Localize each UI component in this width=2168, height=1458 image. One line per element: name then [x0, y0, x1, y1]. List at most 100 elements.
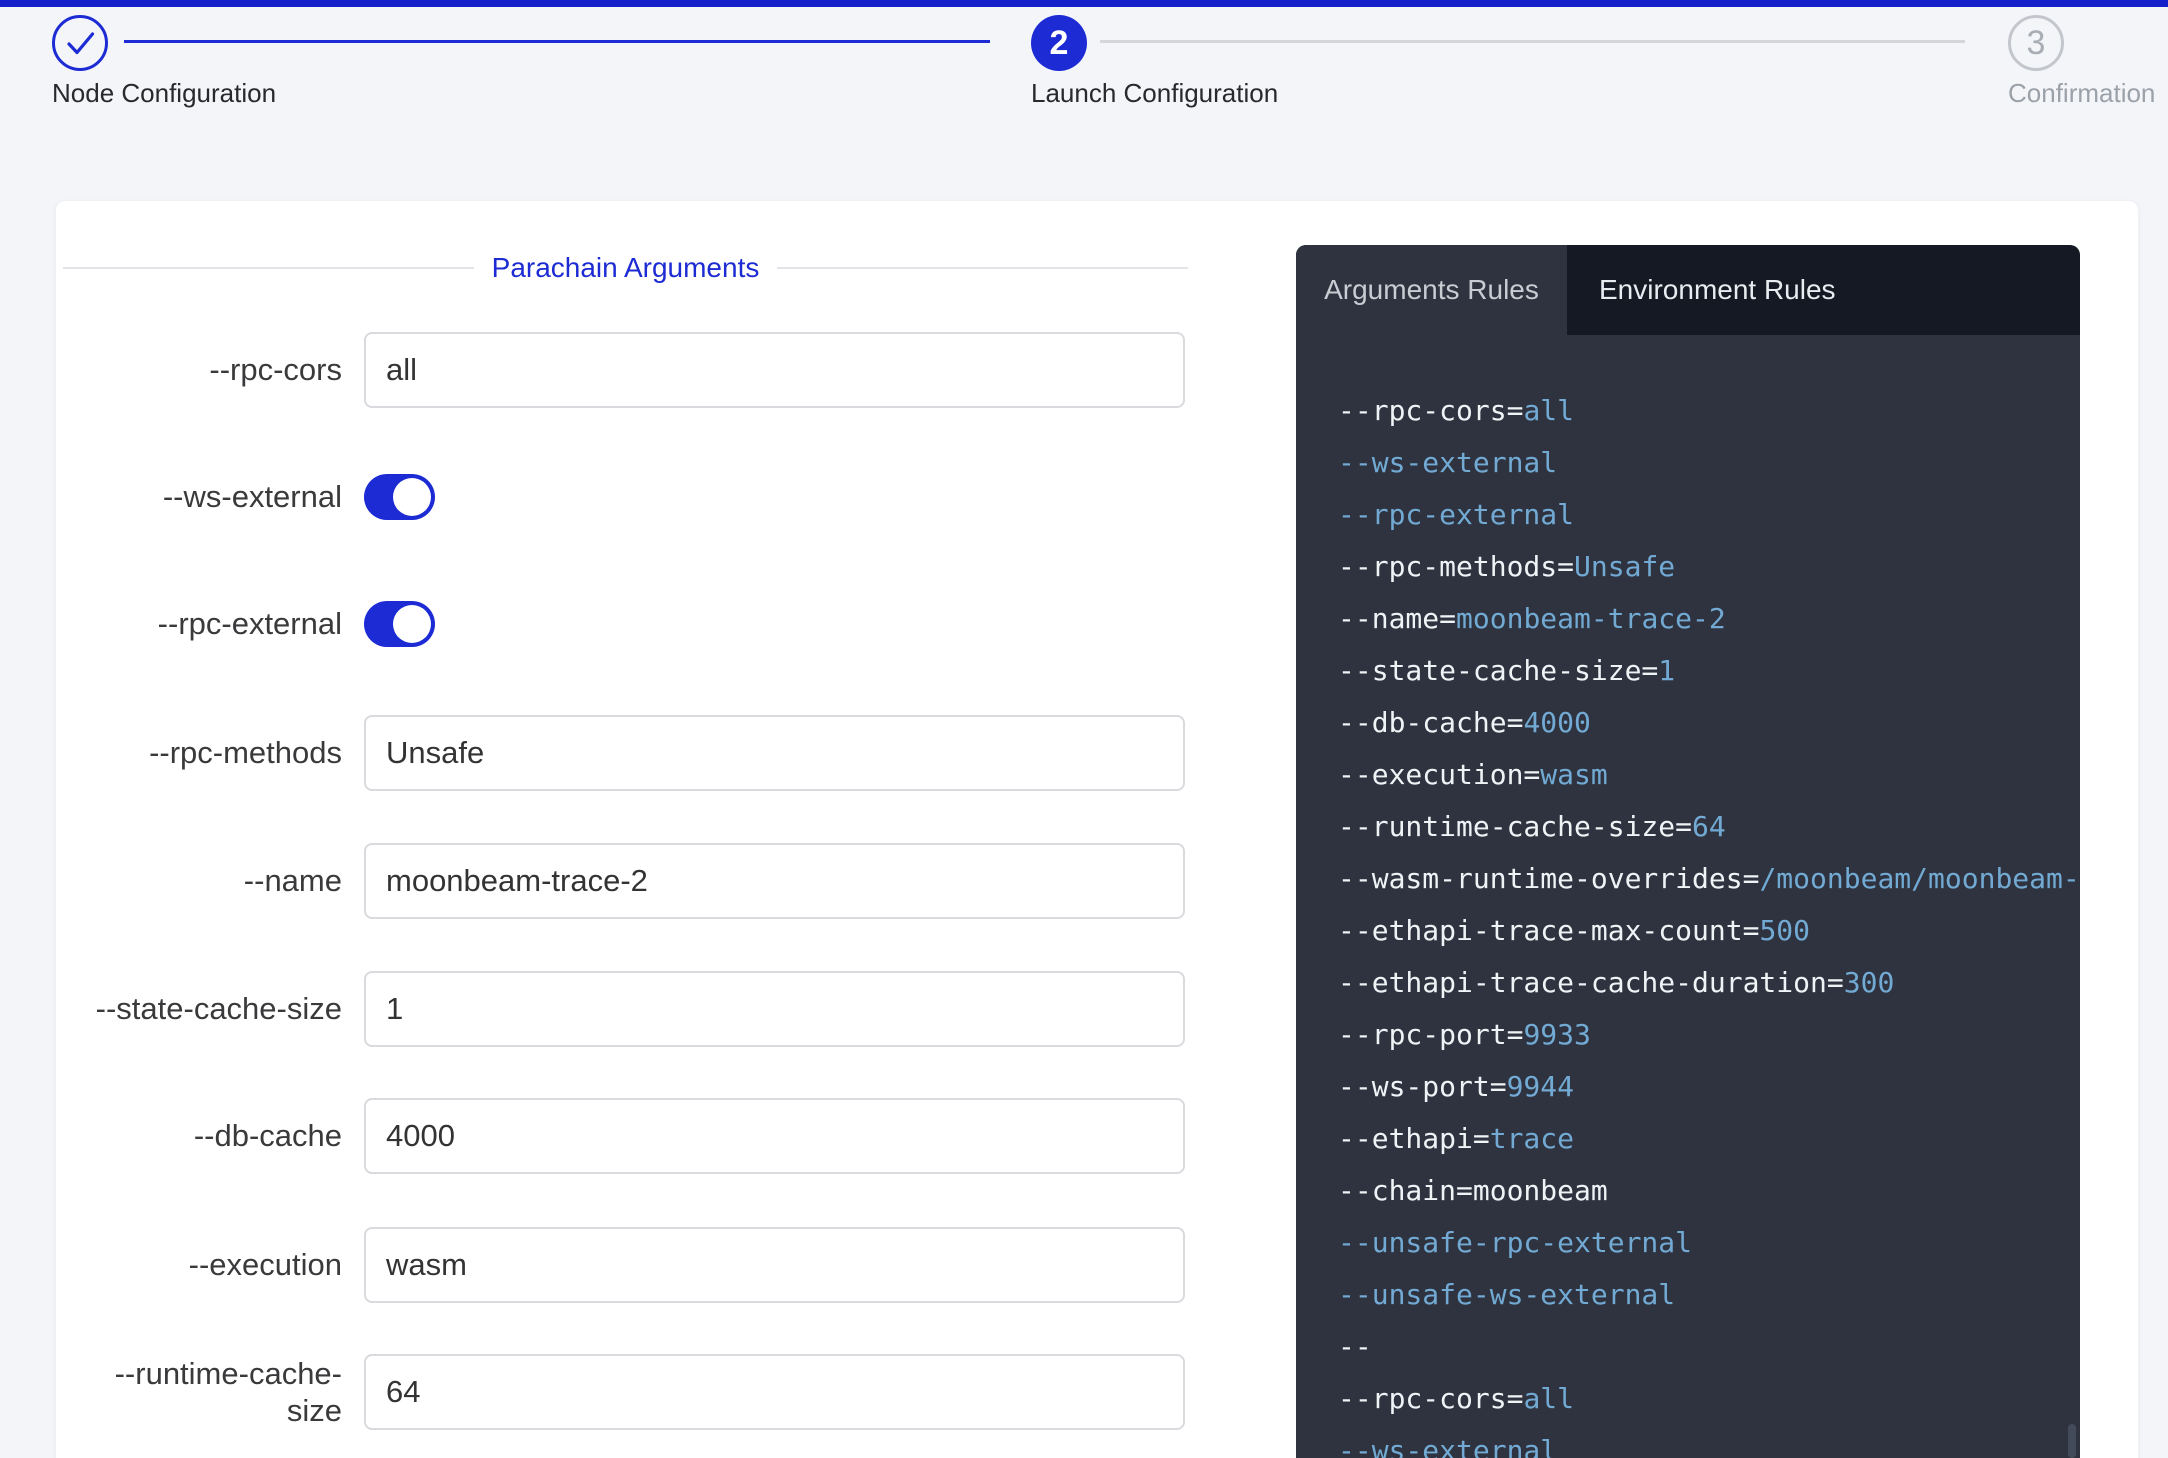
rules-panel: Arguments Rules Environment Rules --rpc-…: [1296, 245, 2080, 1458]
code-value: 300: [1844, 966, 1895, 999]
field-label: --rpc-external: [82, 605, 342, 642]
code-key: --state-cache-size=: [1338, 654, 1658, 687]
code-key: --ethapi=: [1338, 1122, 1490, 1155]
form-row: --rpc-external: [82, 586, 1282, 662]
form-row: --db-cache: [82, 1098, 1282, 1174]
field-control: [364, 1354, 1185, 1430]
code-line: --name=moonbeam-trace-2: [1338, 593, 2080, 645]
code-line: --execution=wasm: [1338, 749, 2080, 801]
code-line: --chain=moonbeam: [1338, 1165, 2080, 1217]
field-label: --state-cache-size: [82, 990, 342, 1027]
code-value: 64: [1692, 810, 1726, 843]
code-value: 4000: [1523, 706, 1590, 739]
code-line: --state-cache-size=1: [1338, 645, 2080, 697]
db-cache-input[interactable]: [364, 1098, 1185, 1174]
code-key: --chain=moonbeam: [1338, 1174, 1608, 1207]
panel-scrollbar-thumb[interactable]: [2068, 1424, 2076, 1458]
field-label: --db-cache: [82, 1117, 342, 1154]
form-row: --execution: [82, 1227, 1282, 1303]
code-value: moonbeam-trace-2: [1456, 602, 1726, 635]
ws-external-toggle[interactable]: [364, 474, 435, 520]
code-line: --wasm-runtime-overrides=/moonbeam/moonb…: [1338, 853, 2080, 905]
field-control: [364, 459, 435, 535]
field-control: [364, 1227, 1185, 1303]
step-3-number: 3: [2027, 26, 2046, 60]
code-line: --unsafe-ws-external: [1338, 1269, 2080, 1321]
field-label: --rpc-cors: [82, 351, 342, 388]
tab-environment-rules[interactable]: Environment Rules: [1567, 245, 2080, 335]
code-line: --ws-port=9944: [1338, 1061, 2080, 1113]
code-key: --rpc-cors=: [1338, 1382, 1523, 1415]
code-value: 500: [1759, 914, 1810, 947]
step-2-circle: 2: [1031, 15, 1087, 71]
step-connector-2: [1100, 40, 1965, 43]
code-line: --ethapi-trace-cache-duration=300: [1338, 957, 2080, 1009]
code-key: --rpc-methods=: [1338, 550, 1574, 583]
field-control: [364, 715, 1185, 791]
execution-input[interactable]: [364, 1227, 1185, 1303]
step-3-label[interactable]: Confirmation: [2008, 78, 2155, 109]
divider-line-right: [777, 267, 1188, 269]
parachain-arguments-divider: Parachain Arguments: [63, 244, 1188, 292]
rpc-external-toggle[interactable]: [364, 601, 435, 647]
state-cache-size-input[interactable]: [364, 971, 1185, 1047]
code-value: --ws-external: [1338, 446, 1557, 479]
divider-line-left: [63, 267, 474, 269]
name-input[interactable]: [364, 843, 1185, 919]
code-value: --rpc-external: [1338, 498, 1574, 531]
rpc-cors-input[interactable]: [364, 332, 1185, 408]
code-key: --execution=: [1338, 758, 1540, 791]
check-icon: [52, 15, 108, 71]
code-line: --rpc-cors=all: [1338, 1373, 2080, 1425]
form-row: --rpc-methods: [82, 715, 1282, 791]
field-label: --rpc-methods: [82, 734, 342, 771]
field-control: [364, 1098, 1185, 1174]
form-row: --ws-external: [82, 459, 1282, 535]
step-1-circle: [52, 15, 108, 71]
field-label: --runtime-cache-size: [82, 1355, 342, 1429]
form-row: --rpc-cors: [82, 332, 1282, 408]
code-line: --runtime-cache-size=64: [1338, 801, 2080, 853]
arguments-rules-code: --rpc-cors=all--ws-external--rpc-externa…: [1296, 335, 2080, 1458]
code-key: --name=: [1338, 602, 1456, 635]
toggle-knob: [393, 478, 431, 516]
field-label: --name: [82, 862, 342, 899]
code-value: all: [1523, 394, 1574, 427]
toggle-knob: [393, 605, 431, 643]
code-line: --rpc-cors=all: [1338, 385, 2080, 437]
field-label: --ws-external: [82, 478, 342, 515]
code-line: --unsafe-rpc-external: [1338, 1217, 2080, 1269]
form-row: --runtime-cache-size: [82, 1354, 1282, 1430]
code-key: --: [1338, 1330, 1372, 1363]
code-line: --rpc-port=9933: [1338, 1009, 2080, 1061]
code-value: 9944: [1507, 1070, 1574, 1103]
rpc-methods-input[interactable]: [364, 715, 1185, 791]
tab-environment-rules-label: Environment Rules: [1599, 274, 1836, 306]
tab-arguments-rules[interactable]: Arguments Rules: [1296, 245, 1567, 335]
code-line: --ws-external: [1338, 437, 2080, 489]
step-2-number: 2: [1050, 26, 1069, 60]
code-line: --ethapi-trace-max-count=500: [1338, 905, 2080, 957]
code-key: --wasm-runtime-overrides=: [1338, 862, 1759, 895]
top-progress-bar: [0, 0, 2168, 7]
code-value: Unsafe: [1574, 550, 1675, 583]
code-value: trace: [1490, 1122, 1574, 1155]
step-2-label[interactable]: Launch Configuration: [1031, 78, 1278, 109]
code-value: all: [1523, 1382, 1574, 1415]
code-line: --ethapi=trace: [1338, 1113, 2080, 1165]
runtime-cache-size-input[interactable]: [364, 1354, 1185, 1430]
code-value: 1: [1658, 654, 1675, 687]
code-value: --unsafe-rpc-external: [1338, 1226, 1692, 1259]
form-row: --state-cache-size: [82, 971, 1282, 1047]
code-line: --rpc-external: [1338, 489, 2080, 541]
code-line: --: [1338, 1321, 2080, 1373]
code-value: wasm: [1540, 758, 1607, 791]
page: Node Configuration 2 Launch Configuratio…: [0, 0, 2168, 1458]
step-connector-1: [124, 40, 990, 43]
tab-arguments-rules-label: Arguments Rules: [1324, 274, 1539, 306]
step-1-label[interactable]: Node Configuration: [52, 78, 276, 109]
field-control: [364, 971, 1185, 1047]
code-value: 9933: [1523, 1018, 1590, 1051]
code-value: --unsafe-ws-external: [1338, 1278, 1675, 1311]
code-value: --ws-external: [1338, 1434, 1557, 1458]
